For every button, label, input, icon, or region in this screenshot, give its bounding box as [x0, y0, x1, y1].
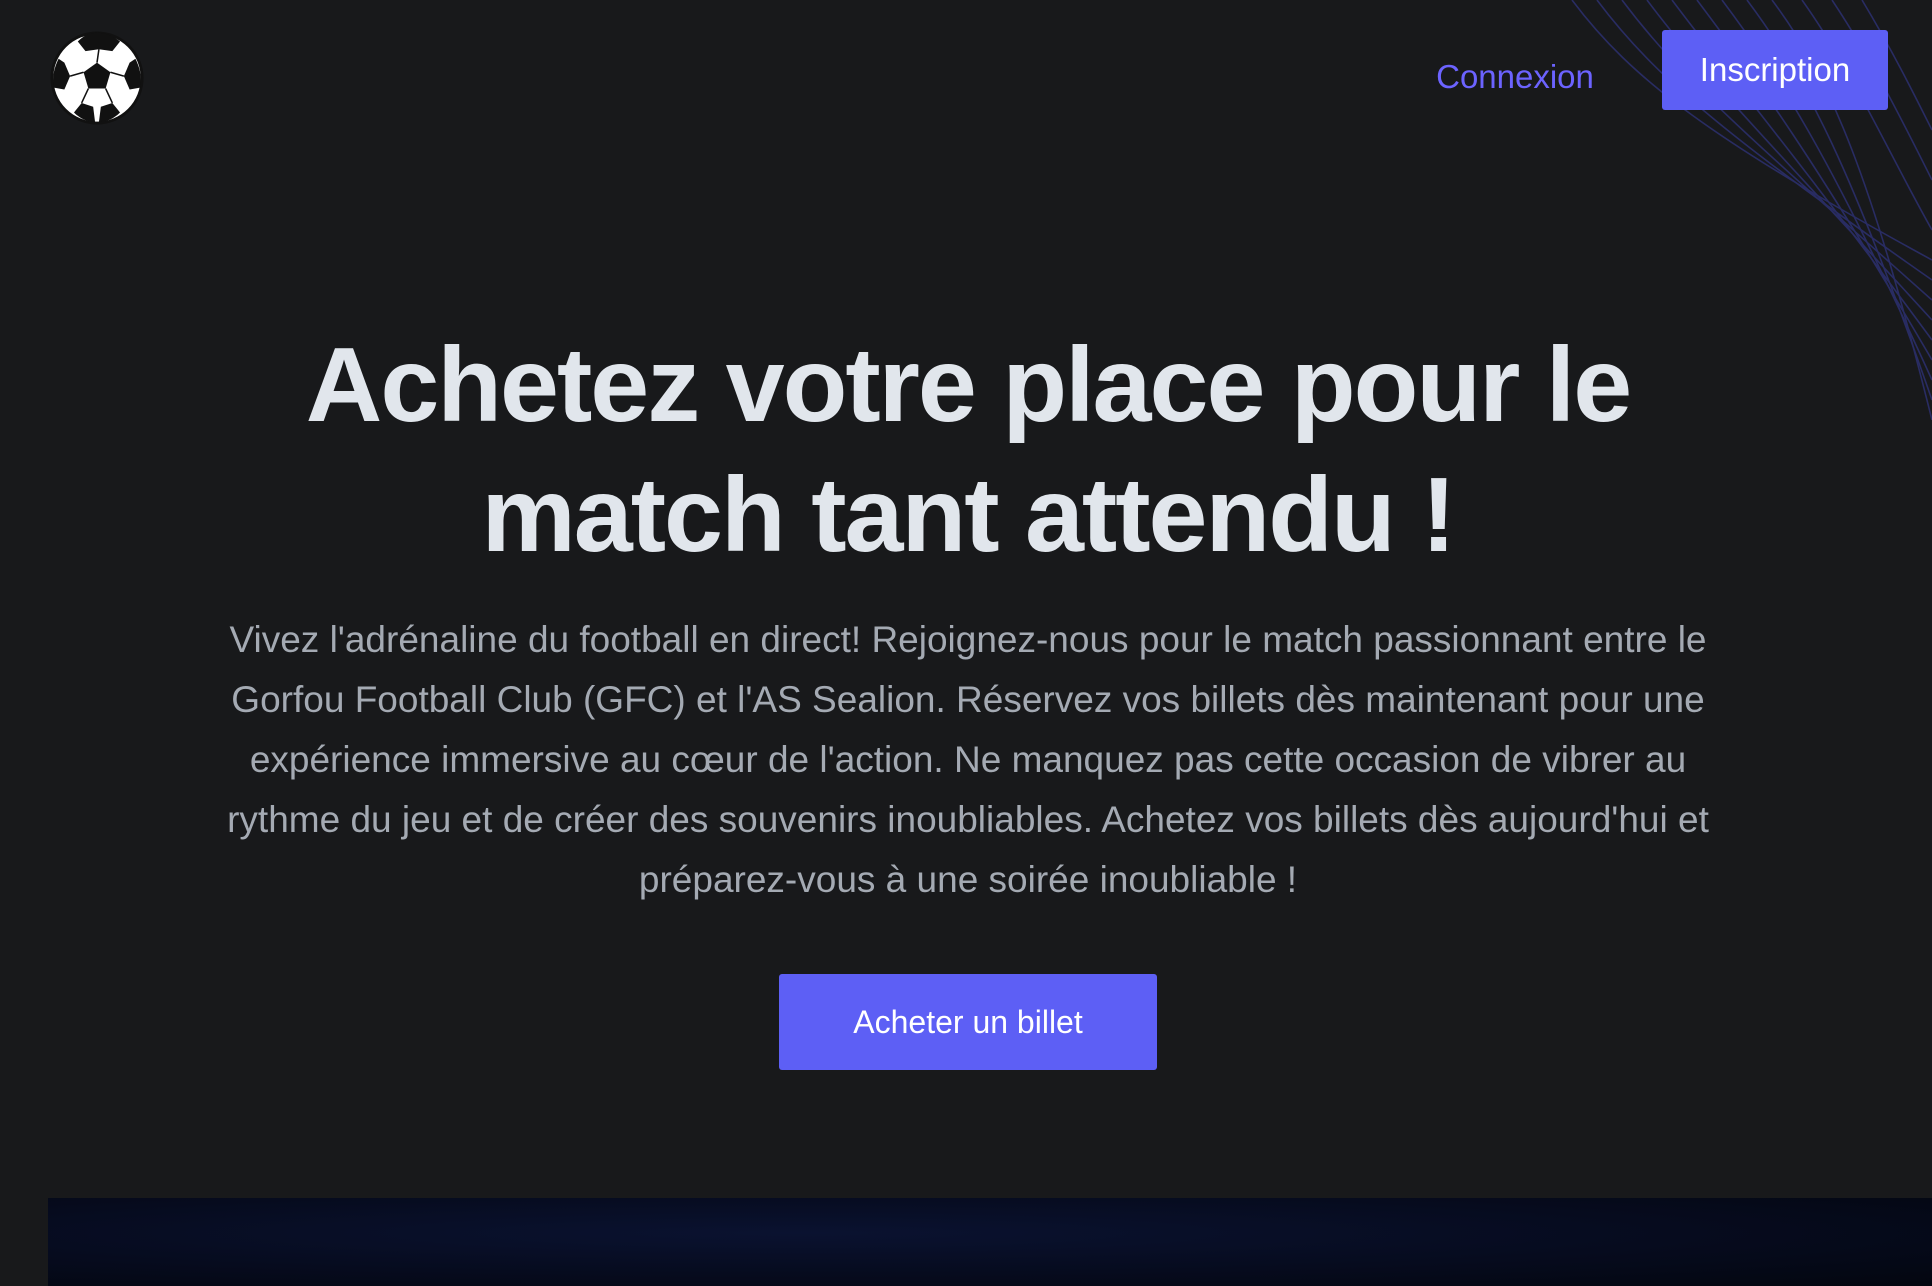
landing-page: Connexion Inscription Achetez votre plac… — [0, 0, 1932, 1286]
hero-description: Vivez l'adrénaline du football en direct… — [227, 619, 1709, 900]
signup-button[interactable]: Inscription — [1662, 30, 1888, 110]
hero-image-banner — [48, 1198, 1932, 1286]
login-link[interactable]: Connexion — [1430, 52, 1600, 102]
buy-ticket-button[interactable]: Acheter un billet — [779, 974, 1157, 1070]
hero-title: Achetez votre place pour le match tant a… — [305, 326, 1632, 574]
soccer-ball-icon[interactable] — [49, 30, 145, 126]
